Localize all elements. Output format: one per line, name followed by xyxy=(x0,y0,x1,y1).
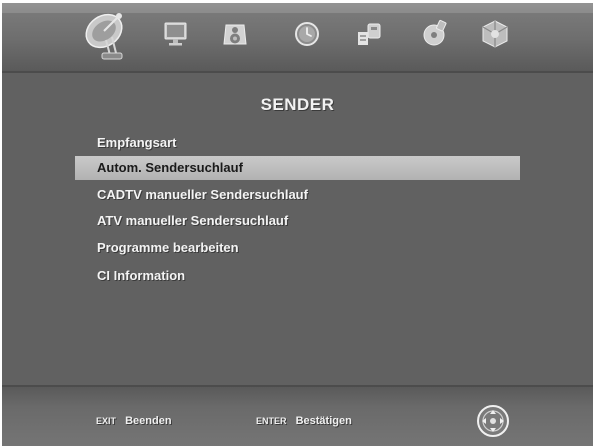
menu-item-auto-scan[interactable]: Autom. Sendersuchlauf xyxy=(75,156,520,180)
clock-icon[interactable] xyxy=(290,16,324,50)
enter-action-label: Bestätigen xyxy=(295,415,352,427)
speaker-icon[interactable] xyxy=(218,16,252,50)
navigation-pad-icon xyxy=(477,405,509,437)
menu-item-edit-programs[interactable]: Programme bearbeiten xyxy=(75,236,520,260)
tv-menu-screen: SENDER Empfangsart Autom. Sendersuchlauf… xyxy=(2,3,593,446)
lock-icon[interactable] xyxy=(352,16,386,50)
enter-key-label: ENTER xyxy=(256,416,287,426)
exit-hint: EXIT Beenden xyxy=(96,415,172,427)
menu-item-empfangsart[interactable]: Empfangsart xyxy=(75,131,520,155)
menu-item-ci-information[interactable]: CI Information xyxy=(75,264,520,288)
monitor-icon[interactable] xyxy=(158,16,192,50)
satellite-dish-icon[interactable] xyxy=(82,7,130,65)
menu-item-cadtv-manual-scan[interactable]: CADTV manueller Sendersuchlauf xyxy=(75,183,520,207)
menu-item-atv-manual-scan[interactable]: ATV manueller Sendersuchlauf xyxy=(75,209,520,233)
settings-cube-icon[interactable] xyxy=(478,16,512,50)
exit-key-label: EXIT xyxy=(96,416,117,426)
menu-title: SENDER xyxy=(260,95,335,114)
exit-action-label: Beenden xyxy=(125,415,172,427)
tab-bar-divider xyxy=(2,71,593,73)
enter-hint: ENTER Bestätigen xyxy=(256,415,352,427)
usb-disk-icon[interactable] xyxy=(418,16,452,50)
